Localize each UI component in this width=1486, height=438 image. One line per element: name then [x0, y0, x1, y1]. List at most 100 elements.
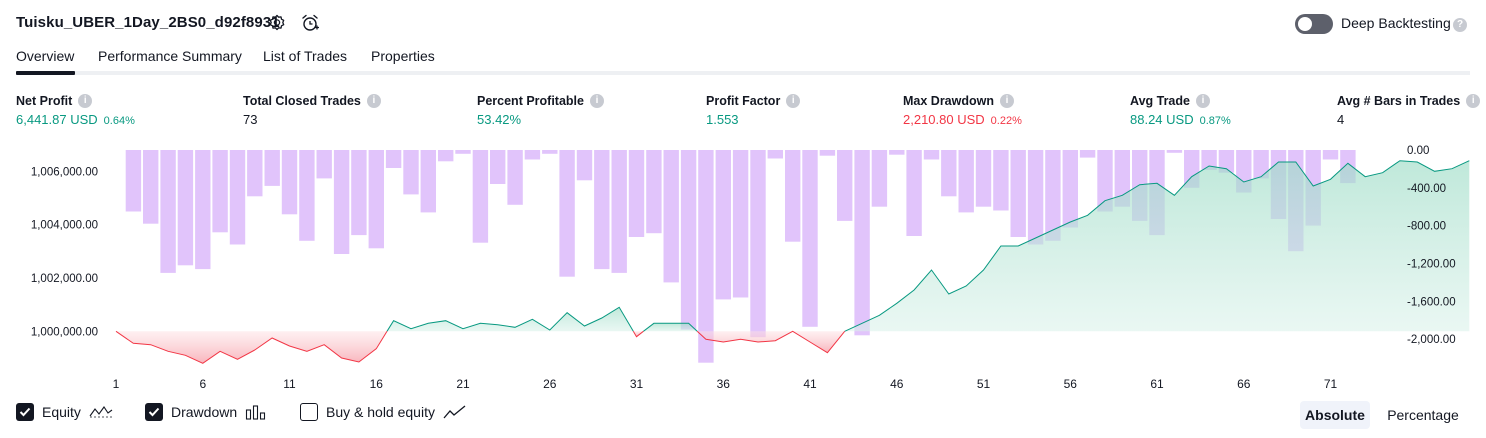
drawdown-bar [750, 150, 766, 338]
drawdown-bar [819, 150, 836, 156]
right-axis-tick-label: 0.00 [1407, 145, 1429, 157]
tab-properties[interactable]: Properties [371, 48, 435, 64]
drawdown-bar [628, 150, 645, 237]
stat-value-net-profit: 6,441.87 USD 0.64% [16, 112, 135, 127]
x-axis-tick-label: 21 [456, 377, 470, 391]
drawdown-bar [680, 150, 697, 330]
legend-label: Buy & hold equity [326, 404, 435, 420]
x-axis-tick-label: 6 [199, 377, 206, 391]
drawdown-bar [455, 150, 471, 154]
drawdown-bar [767, 150, 783, 159]
stat-value-total-closed-trades: 73 [243, 112, 258, 127]
stat-percent: 0.22% [990, 115, 1022, 127]
drawdown-bar [125, 150, 142, 212]
stat-label-text: Max Drawdown [903, 94, 994, 108]
drawdown-bar [195, 150, 211, 270]
drawdown-bar [1027, 150, 1044, 245]
tab-overview[interactable]: Overview [16, 48, 74, 64]
stat-label-percent-profitable: Percent Profitable i [477, 94, 604, 108]
drawdown-bar [576, 150, 593, 181]
stat-value-max-drawdown: 2,210.80 USD 0.22% [903, 112, 1022, 127]
active-tab-indicator [16, 71, 75, 75]
drawdown-bar [143, 150, 159, 224]
percentage-button[interactable]: Percentage [1380, 401, 1466, 429]
drawdown-bar [975, 150, 992, 207]
drawdown-bar [941, 150, 957, 197]
drawdown-bar [715, 150, 731, 300]
equity-drawdown-chart[interactable]: 1,006,000.00 1,004,000.00 1,002,000.00 1,00… [0, 140, 1486, 396]
stat-label-avg-bars: Avg # Bars in Trades i [1337, 94, 1481, 108]
tab-list-of-trades[interactable]: List of Trades [263, 48, 347, 64]
equity-area-positive [643, 323, 698, 332]
stat-label-total-closed-trades: Total Closed Trades i [243, 94, 381, 108]
stat-value-text: 6,441.87 USD [16, 112, 98, 127]
legend-label: Equity [42, 404, 81, 420]
drawdown-bar [993, 150, 1009, 211]
x-axis-tick-label: 61 [1150, 377, 1164, 391]
left-axis: 1,006,000.00 1,004,000.00 1,002,000.00 1,00… [31, 166, 98, 338]
x-axis-tick-label: 36 [717, 377, 731, 391]
drawdown-bar [958, 150, 974, 213]
drawdown-bar [1166, 150, 1183, 153]
right-axis-tick-label: -2,000.00 [1407, 334, 1456, 346]
drawdown-bar [472, 150, 489, 243]
info-icon[interactable]: i [78, 94, 93, 108]
drawdown-bar [1322, 150, 1339, 160]
stat-value-avg-bars: 4 [1337, 112, 1345, 127]
info-icon[interactable]: i [366, 94, 381, 108]
info-icon[interactable]: i [1466, 94, 1481, 108]
drawdown-bar [663, 150, 679, 283]
stat-label-text: Total Closed Trades [243, 94, 361, 108]
info-icon[interactable]: i [786, 94, 801, 108]
buy-hold-checkbox[interactable] [300, 403, 318, 421]
info-icon[interactable]: i [1195, 94, 1210, 108]
gear-icon[interactable] [267, 13, 287, 33]
drawdown-bar [802, 150, 818, 327]
x-axis-tick-label: 31 [630, 377, 644, 391]
equity-area-positive [387, 307, 634, 332]
legend-drawdown[interactable]: Drawdown [145, 403, 267, 421]
add-alarm-icon[interactable] [300, 13, 320, 33]
drawdown-bar [1010, 150, 1026, 237]
equity-checkbox[interactable] [16, 403, 34, 421]
right-axis-tick-label: -800.00 [1407, 221, 1446, 233]
info-icon[interactable]: i [1000, 94, 1014, 108]
strategy-title: Tuisku_UBER_1Day_2BS0_d92f8931 [16, 14, 280, 31]
drawdown-bar [611, 150, 627, 273]
right-axis-tick-label: -1,200.00 [1407, 259, 1456, 271]
stat-percent: 0.64% [103, 115, 135, 127]
stat-label-net-profit: Net Profit i [16, 94, 93, 108]
x-axis-tick-label: 41 [803, 377, 817, 391]
drawdown-bar [594, 150, 610, 270]
left-axis-tick-label: 1,004,000.00 [31, 220, 98, 232]
drawdown-bar [438, 150, 454, 162]
x-axis-tick-label: 1 [113, 377, 120, 391]
drawdown-bar [889, 150, 905, 155]
right-axis-tick-label: -1,600.00 [1407, 296, 1456, 308]
drawdown-bar [906, 150, 922, 236]
drawdown-bar [368, 150, 384, 249]
legend-buy-hold[interactable]: Buy & hold equity [300, 403, 467, 421]
absolute-button[interactable]: Absolute [1300, 401, 1370, 429]
tab-performance-summary[interactable]: Performance Summary [98, 48, 242, 64]
info-icon[interactable]: i [589, 94, 604, 108]
x-axis-tick-label: 56 [1064, 377, 1078, 391]
stat-label-text: Avg # Bars in Trades [1337, 94, 1461, 108]
drawdown-checkbox[interactable] [145, 403, 163, 421]
x-axis-tick-label: 46 [890, 377, 904, 391]
drawdown-bar [1062, 150, 1078, 228]
drawdown-bar [785, 150, 801, 242]
deep-backtesting-toggle[interactable] [1295, 14, 1333, 34]
drawdown-bar [646, 150, 662, 234]
drawdown-bar [264, 150, 280, 186]
question-icon[interactable]: ? [1453, 18, 1467, 32]
legend-equity[interactable]: Equity [16, 403, 113, 421]
drawdown-bar [837, 150, 853, 221]
left-axis-tick-label: 1,000,000.00 [31, 326, 98, 338]
drawdown-bar [281, 150, 298, 215]
drawdown-bar [403, 150, 419, 195]
stat-value-text: 88.24 USD [1130, 112, 1194, 127]
drawdown-bar [160, 150, 176, 273]
drawdown-bar [524, 150, 541, 160]
stat-label-text: Profit Factor [706, 94, 781, 108]
